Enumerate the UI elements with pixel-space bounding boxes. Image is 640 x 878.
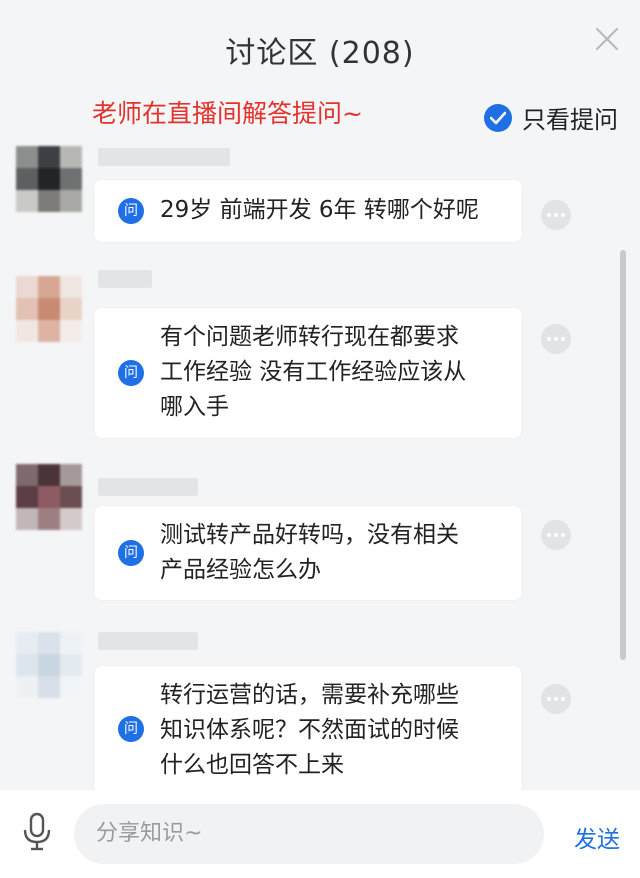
more-options-icon[interactable] bbox=[541, 200, 571, 230]
check-circle-icon bbox=[484, 103, 512, 132]
more-options-icon[interactable] bbox=[541, 520, 571, 550]
list-item: 问 测试转产品好转吗，没有相关 产品经验怎么办 bbox=[0, 460, 640, 610]
avatar[interactable] bbox=[16, 464, 82, 530]
page-title: 讨论区 (208) bbox=[225, 36, 415, 71]
question-text: 29岁 前端开发 6年 转哪个好呢 bbox=[160, 197, 479, 223]
more-options-icon[interactable] bbox=[541, 684, 571, 714]
header: 讨论区 (208) bbox=[0, 0, 640, 90]
question-bubble: 问 有个问题老师转行现在都要求 工作经验 没有工作经验应该从 哪入手 bbox=[94, 308, 522, 438]
question-text: 转行运营的话，需要补充哪些 知识体系呢？不然面试的时候 什么也回答不上来 bbox=[160, 682, 459, 778]
send-button[interactable]: 发送 bbox=[574, 820, 620, 854]
close-icon[interactable] bbox=[592, 24, 622, 54]
avatar[interactable] bbox=[16, 146, 82, 212]
list-item: 问 转行运营的话，需要补充哪些 知识体系呢？不然面试的时候 什么也回答不上来 bbox=[0, 626, 640, 790]
username-placeholder bbox=[98, 270, 152, 288]
list-item: 问 有个问题老师转行现在都要求 工作经验 没有工作经验应该从 哪入手 bbox=[0, 264, 640, 444]
question-badge-icon: 问 bbox=[118, 716, 144, 742]
list-item: 问 29岁 前端开发 6年 转哪个好呢 bbox=[0, 130, 640, 250]
composer-bar: 分享知识~ 发送 bbox=[0, 790, 640, 878]
more-options-icon[interactable] bbox=[541, 324, 571, 354]
question-badge-icon: 问 bbox=[118, 540, 144, 566]
question-text: 测试转产品好转吗，没有相关 产品经验怎么办 bbox=[160, 522, 459, 583]
avatar[interactable] bbox=[16, 276, 82, 342]
question-text: 有个问题老师转行现在都要求 工作经验 没有工作经验应该从 哪入手 bbox=[160, 324, 467, 420]
question-badge-icon: 问 bbox=[118, 360, 144, 386]
username-placeholder bbox=[98, 478, 198, 496]
question-bubble: 问 测试转产品好转吗，没有相关 产品经验怎么办 bbox=[94, 506, 522, 600]
username-placeholder bbox=[98, 632, 198, 650]
comment-input[interactable]: 分享知识~ bbox=[74, 804, 544, 864]
username-placeholder bbox=[98, 148, 230, 166]
question-bubble: 问 29岁 前端开发 6年 转哪个好呢 bbox=[94, 180, 522, 242]
microphone-icon[interactable] bbox=[20, 812, 54, 852]
avatar[interactable] bbox=[16, 632, 82, 698]
discussion-list[interactable]: 问 29岁 前端开发 6年 转哪个好呢 问 有个问题老师转行现在都要求 工作经验 … bbox=[0, 130, 640, 790]
scrollbar[interactable] bbox=[620, 250, 626, 660]
live-notice: 老师在直播间解答提问~ bbox=[92, 99, 363, 128]
question-badge-icon: 问 bbox=[118, 198, 144, 224]
question-bubble: 问 转行运营的话，需要补充哪些 知识体系呢？不然面试的时候 什么也回答不上来 bbox=[94, 666, 522, 790]
